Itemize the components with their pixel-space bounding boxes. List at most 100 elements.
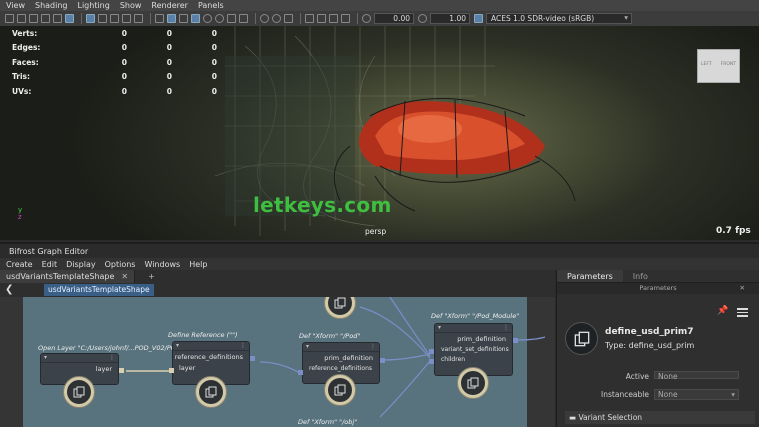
ambient-occlusion-icon[interactable]	[227, 14, 236, 23]
menu-panels[interactable]: Panels	[198, 1, 224, 10]
node-menu-icon[interactable]: ⋮	[109, 354, 115, 362]
viewcube-left-face[interactable]: LEFT	[701, 62, 712, 82]
instanceable-select[interactable]: None ▾	[654, 389, 739, 400]
viewcube[interactable]: LEFT FRONT	[697, 49, 740, 83]
tab-usd-variants[interactable]: usdVariantsTemplateShape ✕	[0, 270, 136, 283]
node-menu-icon[interactable]: ⋮	[240, 342, 246, 350]
output-port[interactable]	[250, 356, 255, 361]
3d-viewport[interactable]: Verts: 0 0 0 Edges: 0 0 0 Faces: 0 0 0 T…	[0, 26, 759, 240]
grease-pencil-icon[interactable]	[65, 14, 74, 23]
close-tab-icon[interactable]: ✕	[121, 272, 128, 281]
breadcrumb-item[interactable]: usdVariantsTemplateShape	[44, 284, 154, 296]
menu-display[interactable]: Display	[66, 260, 96, 269]
menu-show[interactable]: Show	[120, 1, 142, 10]
viewcube-front-face[interactable]: FRONT	[721, 62, 736, 82]
input-port[interactable]	[169, 368, 174, 373]
add-tab-icon[interactable]: +	[148, 272, 155, 281]
menu-help[interactable]: Help	[189, 260, 207, 269]
menu-shading[interactable]: Shading	[35, 1, 68, 10]
port-layer-in[interactable]: layer	[173, 362, 249, 373]
smooth-shade-icon[interactable]	[167, 14, 176, 23]
node-badge[interactable]	[457, 367, 489, 399]
pin-icon[interactable]: 📌	[717, 306, 728, 316]
menu-windows[interactable]: Windows	[144, 260, 180, 269]
axis-gizmo: y z	[18, 206, 22, 221]
menu-renderer[interactable]: Renderer	[151, 1, 188, 10]
close-icon[interactable]: ✕	[740, 283, 745, 294]
output-port[interactable]	[513, 338, 518, 343]
collapse-icon[interactable]: ▾	[176, 342, 179, 350]
image-plane-icon[interactable]	[41, 14, 50, 23]
shadows-icon[interactable]	[215, 14, 224, 23]
input-port[interactable]	[298, 370, 303, 375]
menu-edit[interactable]: Edit	[42, 260, 58, 269]
view-transform-select[interactable]: ACES 1.0 SDR-video (sRGB)	[486, 13, 632, 24]
menu-icon[interactable]	[737, 308, 748, 319]
menu-create[interactable]: Create	[6, 260, 33, 269]
camera-attributes-icon[interactable]	[17, 14, 26, 23]
output-port[interactable]	[119, 368, 124, 373]
bookmark-icon[interactable]	[29, 14, 38, 23]
node-menu-icon[interactable]: ⋮	[370, 343, 376, 351]
usd-prim-icon	[334, 297, 346, 309]
gamma-icon[interactable]	[418, 14, 427, 23]
menu-lighting[interactable]: Lighting	[77, 1, 109, 10]
motion-blur-icon[interactable]	[239, 14, 248, 23]
parameters-panel: Parameters Info Parameters ✕ 📌 define_us…	[556, 270, 759, 427]
breadcrumb: ❮ usdVariantsTemplateShape	[0, 283, 555, 297]
film-gate-icon[interactable]	[86, 14, 95, 23]
safe-action-icon[interactable]	[134, 14, 143, 23]
input-port[interactable]	[429, 349, 434, 354]
xray-icon[interactable]	[272, 14, 281, 23]
select-camera-icon[interactable]	[5, 14, 14, 23]
param-label: Active	[625, 372, 649, 381]
active-select[interactable]: None	[654, 371, 739, 381]
camera-sequencer-icon[interactable]	[341, 14, 350, 23]
graph-canvas[interactable]: Open Layer "C:/Users/johnf/...POD_V02/PO…	[0, 297, 555, 427]
node-badge[interactable]	[324, 374, 356, 406]
grid-icon[interactable]	[53, 14, 62, 23]
color-management-icon[interactable]	[474, 14, 483, 23]
port-variant-set-definitions-in[interactable]: variant_set_definitions	[435, 344, 512, 354]
graph-editor-menubar: Create Edit Display Options Windows Help	[0, 258, 759, 270]
isolate-select-icon[interactable]	[260, 14, 269, 23]
port-layer-out[interactable]: layer	[41, 363, 118, 374]
node-badge[interactable]	[195, 376, 227, 408]
port-prim-definition-out[interactable]: prim_definition	[303, 352, 379, 363]
param-label: Instanceable	[601, 390, 649, 399]
port-prim-definition-out[interactable]: prim_definition	[435, 333, 512, 344]
parameters-subheader: Parameters ✕	[557, 283, 759, 294]
node-badge[interactable]	[63, 376, 95, 408]
usd-layer-icon	[73, 386, 85, 398]
back-arrow-icon[interactable]: ❮	[5, 284, 13, 295]
parameters-tabbar: Parameters Info	[557, 270, 759, 283]
node-menu-icon[interactable]: ⋮	[503, 324, 509, 332]
transform-icon[interactable]	[317, 14, 326, 23]
menu-options[interactable]: Options	[105, 260, 136, 269]
gamma-field[interactable]: 1.00	[430, 13, 470, 24]
field-chart-icon[interactable]	[122, 14, 131, 23]
exposure-icon[interactable]	[362, 14, 371, 23]
input-port[interactable]	[429, 359, 434, 364]
use-all-lights-icon[interactable]	[203, 14, 212, 23]
wireframe-icon[interactable]	[155, 14, 164, 23]
textured-icon[interactable]	[191, 14, 200, 23]
resolution-gate-icon[interactable]	[98, 14, 107, 23]
port-children-in[interactable]: children	[435, 354, 512, 364]
exposure-field[interactable]: 0.00	[374, 13, 414, 24]
menu-view[interactable]: View	[6, 1, 25, 10]
section-variant-selection[interactable]: ▬ Variant Selection	[565, 411, 755, 424]
port-reference-definitions-out[interactable]: reference_definitions	[173, 351, 249, 362]
collapse-icon[interactable]: ▾	[306, 343, 309, 351]
cursor-icon[interactable]	[305, 14, 314, 23]
collapse-icon[interactable]: ▾	[438, 324, 441, 332]
gate-mask-icon[interactable]	[110, 14, 119, 23]
output-port[interactable]	[380, 358, 385, 363]
tab-parameters[interactable]: Parameters	[557, 270, 623, 282]
collapse-icon[interactable]: ▾	[44, 354, 47, 362]
wireframe-on-shaded-icon[interactable]	[179, 14, 188, 23]
snapshot-icon[interactable]	[329, 14, 338, 23]
tab-info[interactable]: Info	[623, 270, 658, 282]
port-reference-definitions-in[interactable]: reference_definitions	[303, 363, 379, 374]
xray-joints-icon[interactable]	[284, 14, 293, 23]
